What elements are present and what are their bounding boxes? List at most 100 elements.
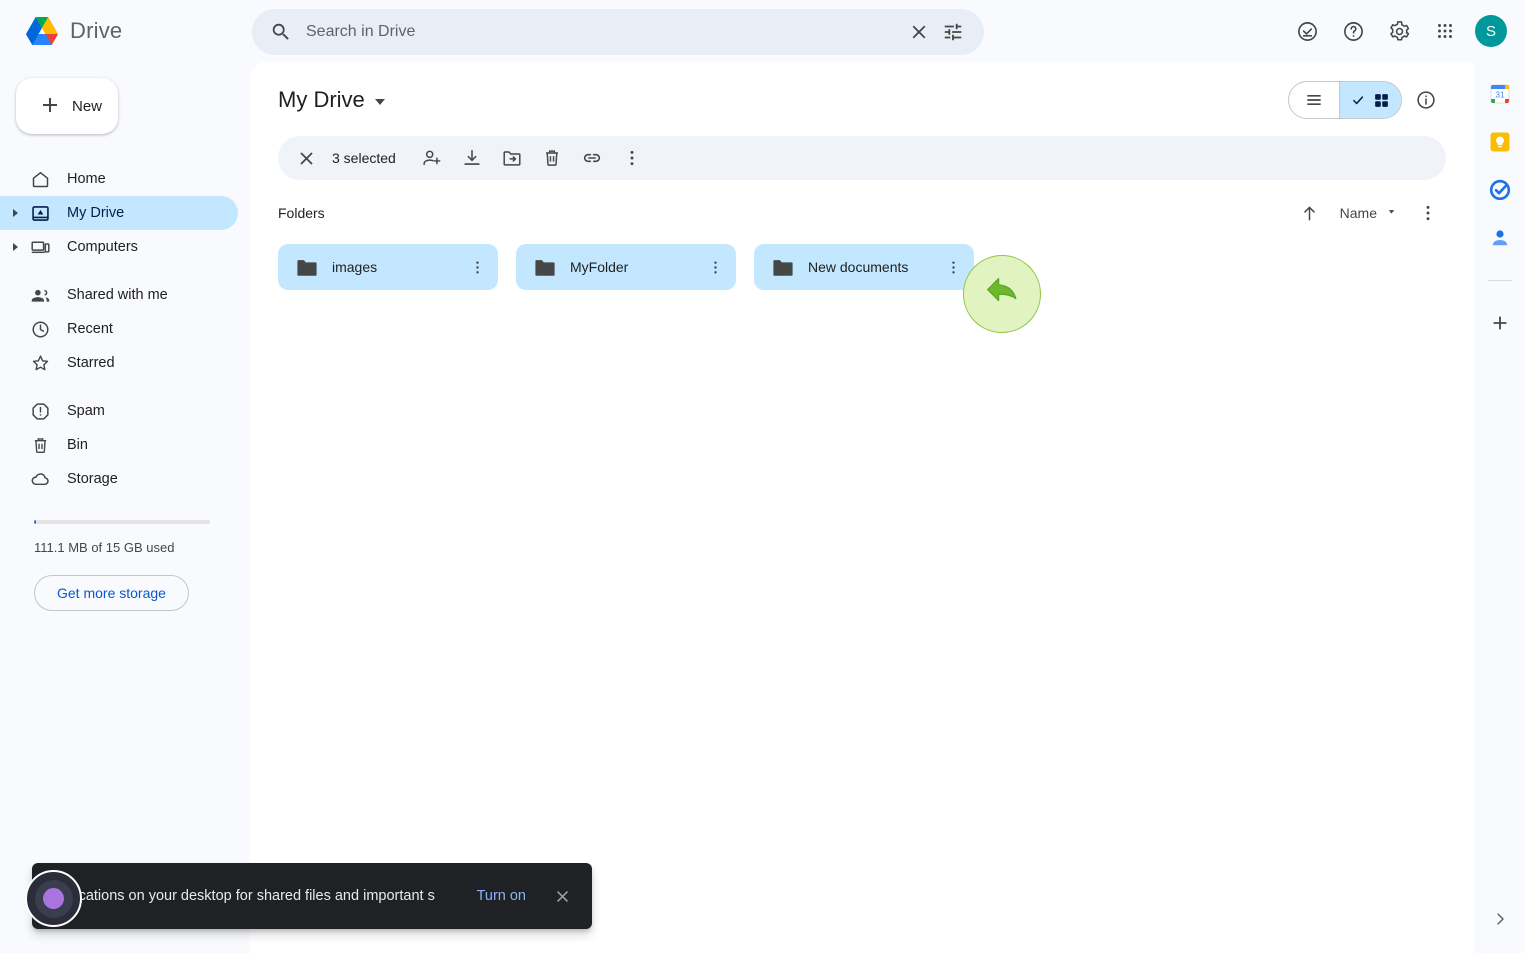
selection-toolbar: 3 selected	[278, 136, 1446, 180]
screen-recording-indicator	[25, 870, 82, 927]
folder-name: images	[332, 259, 378, 275]
sidebar-item-home[interactable]: Home	[0, 162, 238, 196]
delete-button[interactable]	[534, 140, 570, 176]
folders-grid: images MyFolder New documents	[278, 244, 1446, 290]
sidebar-item-shared-with-me[interactable]: Shared with me	[0, 278, 238, 312]
search-bar[interactable]	[252, 9, 984, 55]
spam-icon	[30, 401, 51, 422]
top-right-actions: S	[1287, 10, 1507, 52]
sidebar-item-label: Storage	[67, 471, 118, 487]
folder-more-options-icon[interactable]	[462, 252, 492, 282]
nav-divider-gap	[0, 264, 238, 278]
sidebar-item-label: Starred	[67, 355, 115, 371]
sidebar-item-bin[interactable]: Bin	[0, 428, 238, 462]
folder-card-new-documents[interactable]: New documents	[754, 244, 974, 290]
sidebar-item-recent[interactable]: Recent	[0, 312, 238, 346]
storage-progress-bar	[34, 520, 210, 524]
plus-icon	[38, 93, 62, 120]
chevron-down-icon	[1385, 205, 1398, 221]
folder-name: MyFolder	[570, 259, 629, 275]
share-button[interactable]	[414, 140, 450, 176]
clear-search-icon[interactable]	[902, 15, 936, 49]
folder-card-images[interactable]: images	[278, 244, 498, 290]
sidebar-item-starred[interactable]: Starred	[0, 346, 238, 380]
sort-field-dropdown[interactable]: Name	[1330, 199, 1408, 227]
folder-more-options-icon[interactable]	[700, 252, 730, 282]
sort-more-options-button[interactable]	[1410, 195, 1446, 231]
sidebar-item-storage[interactable]: Storage	[0, 462, 238, 496]
google-drive-logo-icon	[24, 15, 60, 47]
expand-caret-icon[interactable]	[13, 243, 18, 251]
avatar[interactable]: S	[1475, 15, 1507, 47]
sidebar-item-label: Shared with me	[67, 287, 168, 303]
get-more-storage-button[interactable]: Get more storage	[34, 575, 189, 611]
sort-field-label: Name	[1339, 205, 1377, 221]
apps-grid-icon[interactable]	[1425, 11, 1465, 51]
new-button[interactable]: New	[16, 78, 118, 134]
download-button[interactable]	[454, 140, 490, 176]
star-icon	[30, 353, 51, 374]
back-arrow-cursor-icon	[979, 269, 1025, 320]
my-drive-icon	[30, 203, 51, 224]
folders-section-title: Folders	[278, 205, 325, 221]
page-title-dropdown[interactable]: My Drive	[278, 87, 385, 113]
get-link-button[interactable]	[574, 140, 610, 176]
google-contacts-icon[interactable]	[1488, 226, 1512, 250]
drive-app: Drive Search in Drive S New Home My Driv…	[0, 0, 1525, 953]
sidebar-item-label: My Drive	[67, 205, 125, 221]
view-toggle	[1288, 81, 1402, 119]
list-view-button[interactable]	[1289, 82, 1339, 118]
brand-logo-area[interactable]: Drive	[24, 10, 122, 52]
main-header: My Drive	[250, 62, 1474, 124]
move-to-folder-button[interactable]	[494, 140, 530, 176]
folder-card-myfolder[interactable]: MyFolder	[516, 244, 736, 290]
activity-icon[interactable]	[1287, 11, 1327, 51]
sidebar-item-label: Recent	[67, 321, 113, 337]
close-icon[interactable]	[546, 880, 578, 912]
top-bar: Drive Search in Drive S	[0, 0, 1525, 62]
storage-section: 111.1 MB of 15 GB used Get more storage	[0, 520, 250, 611]
computers-icon	[30, 237, 51, 258]
page-title: My Drive	[278, 87, 365, 112]
search-input[interactable]	[306, 23, 902, 41]
sidebar-item-label: Computers	[67, 239, 138, 255]
google-keep-icon[interactable]	[1488, 130, 1512, 154]
turn-on-notifications-button[interactable]: Turn on	[467, 880, 536, 912]
recording-ring	[34, 879, 73, 918]
clock-icon	[30, 319, 51, 340]
notification-snackbar: otifications on your desktop for shared …	[32, 863, 592, 929]
google-tasks-icon[interactable]	[1488, 178, 1512, 202]
sidebar-item-spam[interactable]: Spam	[0, 394, 238, 428]
brand-name: Drive	[70, 18, 123, 43]
side-panel-rail: 31	[1474, 62, 1525, 953]
google-calendar-icon[interactable]: 31	[1488, 82, 1512, 106]
chevron-down-icon	[374, 99, 385, 105]
snackbar-message: otifications on your desktop for shared …	[56, 887, 435, 904]
sidebar: New Home My Drive Computers Shared with …	[0, 62, 250, 953]
folder-icon	[534, 258, 556, 277]
folder-name: New documents	[808, 259, 909, 275]
expand-caret-icon[interactable]	[13, 209, 18, 217]
header-actions	[1288, 80, 1446, 120]
sidebar-item-computers[interactable]: Computers	[0, 230, 238, 264]
sidebar-item-label: Home	[67, 171, 106, 187]
trash-icon	[30, 435, 51, 456]
help-icon[interactable]	[1333, 11, 1373, 51]
main-content: My Drive 3 selected Folders Name images …	[250, 62, 1474, 953]
clear-selection-icon[interactable]	[288, 140, 324, 176]
sidebar-item-label: Spam	[67, 403, 105, 419]
search-options-icon[interactable]	[936, 15, 970, 49]
search-icon	[270, 21, 292, 43]
expand-side-panel-icon[interactable]	[1486, 905, 1514, 933]
add-addon-icon[interactable]	[1488, 311, 1512, 335]
storage-usage-text: 111.1 MB of 15 GB used	[34, 540, 175, 555]
sort-direction-icon[interactable]	[1292, 195, 1328, 231]
new-button-label: New	[72, 97, 103, 115]
recording-dot	[43, 888, 64, 909]
sidebar-item-my-drive[interactable]: My Drive	[0, 196, 238, 230]
details-info-icon[interactable]	[1406, 80, 1446, 120]
grid-view-button[interactable]	[1339, 82, 1401, 118]
more-actions-button[interactable]	[614, 140, 650, 176]
folder-more-options-icon[interactable]	[938, 252, 968, 282]
gear-icon[interactable]	[1379, 11, 1419, 51]
